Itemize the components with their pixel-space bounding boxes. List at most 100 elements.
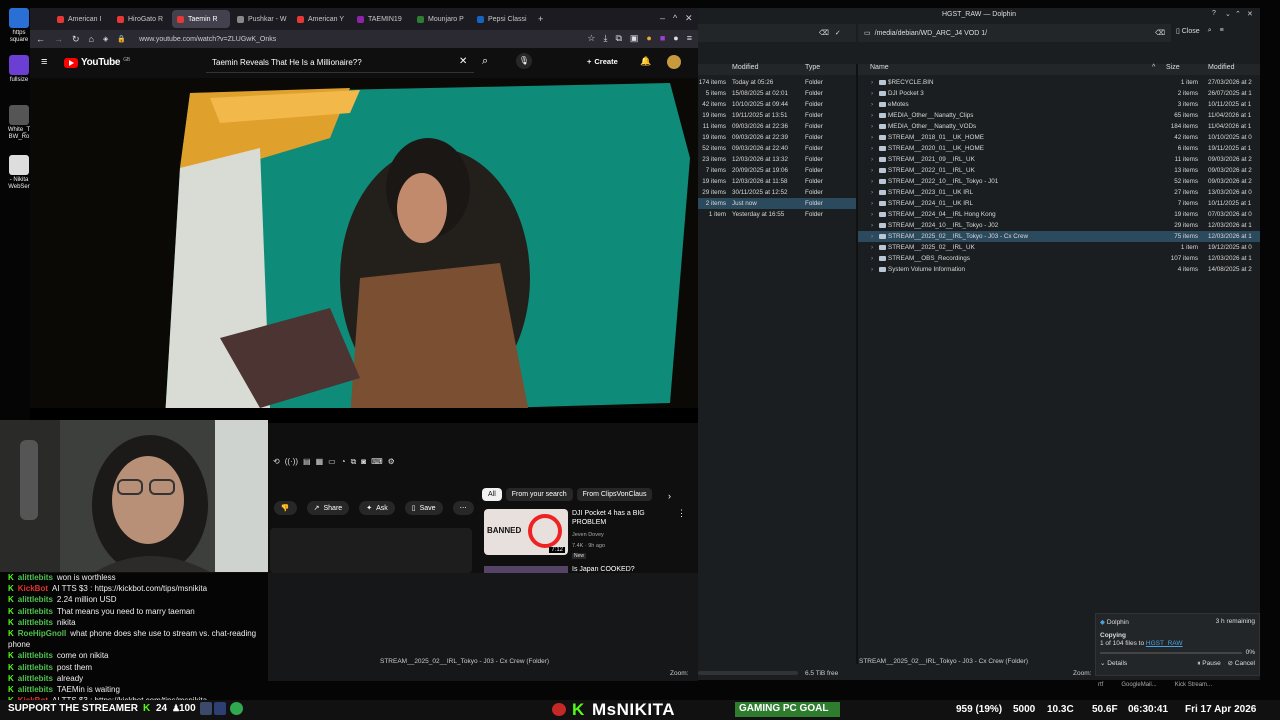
pause-button[interactable]: ⏸ Pause — [1197, 660, 1221, 667]
voice-search-icon[interactable]: 🎙 — [516, 53, 532, 69]
expand-chevron-icon[interactable]: › — [871, 209, 873, 220]
folder-row[interactable]: › STREAM__2023_01__UK IRL 27 items 13/03/20… — [858, 187, 1260, 198]
folder-row[interactable]: › eMotes 3 items 10/11/2025 at 1 — [858, 99, 1260, 110]
dislike-button[interactable]: 👎 — [273, 501, 297, 515]
minimize-icon[interactable]: – — [660, 13, 665, 23]
expand-chevron-icon[interactable]: › — [871, 187, 873, 198]
folder-row[interactable]: › STREAM__2018_01__UK_HOME 42 items 10/10/2… — [858, 132, 1260, 143]
file-row[interactable]: 2 items Just now Folder — [698, 198, 856, 209]
col-type[interactable]: Type — [805, 64, 820, 71]
col-size[interactable]: Size — [1166, 64, 1180, 71]
file-row[interactable]: 5 items 15/08/2025 at 02:01 Folder — [698, 88, 856, 99]
expand-chevron-icon[interactable]: › — [871, 77, 873, 88]
description-box[interactable] — [270, 528, 472, 573]
dolphin-close-icon[interactable]: ✕ — [1247, 10, 1253, 18]
expand-chevron-icon[interactable]: › — [871, 231, 873, 242]
cancel-button[interactable]: ⊘ Cancel — [1228, 660, 1256, 667]
folder-row[interactable]: › STREAM__2020_01__UK_HOME 6 items 19/11/20… — [858, 143, 1260, 154]
expand-chevron-icon[interactable]: › — [871, 253, 873, 264]
folder-row[interactable]: › MEDIA_Other__Nanatty_Clips 65 items 11/04… — [858, 110, 1260, 121]
file-row[interactable]: 7 items 20/09/2025 at 19:06 Folder — [698, 165, 856, 176]
back-icon[interactable]: ← — [36, 34, 45, 44]
folder-row[interactable]: › MEDIA_Other__Nanatty_VODs 184 items 11/04… — [858, 121, 1260, 132]
tray-item[interactable]: rtf — [1098, 682, 1103, 688]
filter-chip[interactable]: From ClipsVonClaus — [576, 488, 653, 501]
folder-row[interactable]: › STREAM__OBS_Recordings 107 items 12/03/20… — [858, 253, 1260, 264]
expand-chevron-icon[interactable]: › — [871, 132, 873, 143]
account-icon[interactable]: ● — [673, 33, 678, 44]
left-location-bar[interactable]: ⌫ ✓ — [698, 24, 856, 42]
copy-target-link[interactable]: HGST_RAW — [1146, 640, 1183, 647]
close-icon[interactable]: ✕ — [685, 13, 693, 24]
expand-chevron-icon[interactable]: › — [871, 165, 873, 176]
expand-chevron-icon[interactable]: › — [871, 110, 873, 121]
new-tab-icon[interactable]: + — [538, 14, 543, 24]
search-icon[interactable]: ⌕ — [482, 55, 488, 68]
youtube-logo[interactable]: YouTube GB — [64, 57, 130, 68]
hamburger-icon[interactable]: ≡ — [41, 56, 47, 68]
loop-icon[interactable]: ⟲ — [273, 457, 280, 467]
expand-chevron-icon[interactable]: › — [871, 198, 873, 209]
share-button[interactable]: ↗ Share — [306, 501, 350, 515]
taskbar-app-1-icon[interactable] — [200, 702, 212, 715]
rec-thumbnail[interactable]: BANNED 7:12 — [484, 509, 568, 555]
clip-icon[interactable]: ▦ — [316, 457, 324, 467]
browser-tab[interactable]: Taemin R — [172, 10, 230, 28]
tray-item[interactable]: Kick Stream... — [1175, 682, 1212, 688]
expand-chevron-icon[interactable]: › — [871, 88, 873, 99]
right-location-bar[interactable]: ▭ /media/debian/WD_ARC_J4 VOD 1/ ⌫ — [858, 24, 1171, 42]
dolphin-search-icon[interactable]: ⌕ — [1208, 27, 1212, 35]
folder-row[interactable]: › STREAM__2024_04__IRL Hong Kong 19 items 0… — [858, 209, 1260, 220]
rec-title[interactable]: DJI Pocket 4 has a BIG PROBLEM — [572, 509, 662, 527]
folder-row[interactable]: › STREAM__2021_09__IRL_UK 11 items 09/03/20… — [858, 154, 1260, 165]
browser-tab[interactable]: American Y — [292, 10, 350, 28]
bookmark-star-icon[interactable]: ☆ — [587, 33, 595, 44]
audio-icon[interactable]: ((·)) — [285, 457, 298, 467]
clear-right-location-icon[interactable]: ⌫ — [1155, 29, 1165, 37]
file-row[interactable]: 29 items 30/11/2025 at 12:52 Folder — [698, 187, 856, 198]
chips-next-icon[interactable]: › — [668, 491, 671, 501]
confirm-location-icon[interactable]: ✓ — [835, 29, 841, 37]
zoom-slider[interactable] — [698, 671, 798, 675]
chat-username[interactable]: alittlebits — [18, 663, 53, 672]
chat-username[interactable]: alittlebits — [18, 573, 53, 582]
maximize-icon[interactable]: ^ — [673, 13, 677, 23]
chat-username[interactable]: alittlebits — [18, 618, 53, 627]
dolphin-maximize-icon[interactable]: ⌃ — [1235, 10, 1241, 18]
col-modified-right[interactable]: Modified — [1208, 64, 1234, 71]
theater-icon[interactable]: ▭ — [328, 457, 336, 467]
expand-chevron-icon[interactable]: › — [871, 242, 873, 253]
details-button[interactable]: ⌄ Details — [1100, 659, 1127, 668]
screenshot-icon[interactable]: ◙ — [361, 457, 366, 467]
speed-icon[interactable]: ◔ — [341, 457, 346, 467]
chat-username[interactable]: alittlebits — [18, 607, 53, 616]
chat-username[interactable]: alittlebits — [18, 651, 53, 660]
expand-chevron-icon[interactable]: › — [871, 143, 873, 154]
file-row[interactable]: 42 items 10/10/2025 at 09:44 Folder — [698, 99, 856, 110]
rec-thumbnail-2[interactable] — [484, 566, 568, 573]
keyboard-icon[interactable]: ⌨ — [371, 457, 383, 467]
expand-chevron-icon[interactable]: › — [871, 154, 873, 165]
filter-chip[interactable]: All — [482, 488, 502, 501]
expand-chevron-icon[interactable]: › — [871, 220, 873, 231]
extensions-icon[interactable]: ⧉ — [615, 33, 621, 44]
col-modified[interactable]: Modified — [732, 64, 758, 71]
settings-gear-icon[interactable]: ⚙ — [388, 457, 395, 467]
clear-search-icon[interactable]: ✕ — [459, 56, 467, 67]
split-close-button[interactable]: ▯ Close — [1176, 27, 1200, 35]
chat-username[interactable]: alittlebits — [18, 595, 53, 604]
more-actions-button[interactable]: ⋯ — [452, 501, 474, 515]
file-row[interactable]: 19 items 09/03/2026 at 22:39 Folder — [698, 132, 856, 143]
expand-chevron-icon[interactable]: › — [871, 176, 873, 187]
browser-tab[interactable]: American I — [52, 10, 110, 28]
folder-row[interactable]: › System Volume Information 4 items 14/08/2… — [858, 264, 1260, 275]
expand-chevron-icon[interactable]: › — [871, 99, 873, 110]
expand-chevron-icon[interactable]: › — [871, 264, 873, 275]
avatar[interactable] — [667, 55, 681, 69]
browser-tab[interactable]: TAEMIN19 — [352, 10, 410, 28]
browser-tab[interactable]: HiroGato R — [112, 10, 170, 28]
dolphin-minimize-icon[interactable]: ⌄ — [1225, 10, 1231, 18]
browser-tab[interactable]: Pepsi Classi — [472, 10, 530, 28]
shield-icon[interactable]: ◈ — [103, 35, 108, 43]
chat-username[interactable]: alittlebits — [18, 674, 53, 683]
